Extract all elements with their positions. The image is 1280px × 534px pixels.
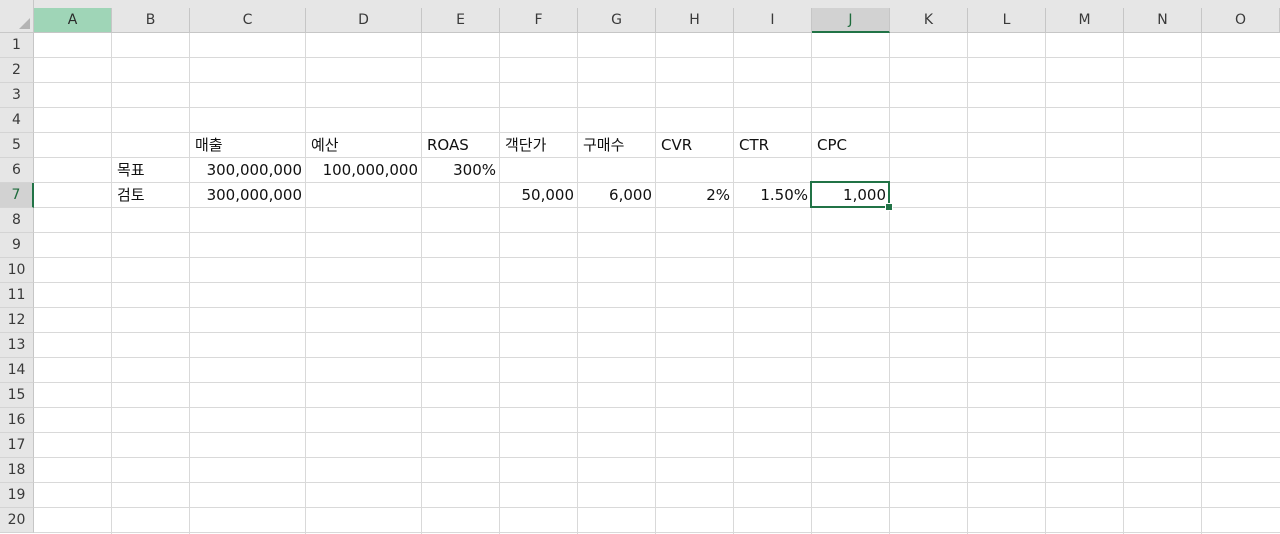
gridline-vertical [733, 33, 734, 534]
gridline-horizontal [34, 357, 1280, 358]
column-header-g[interactable]: G [578, 8, 656, 33]
gridline-horizontal [34, 332, 1280, 333]
row-header-15[interactable]: 15 [0, 383, 34, 408]
cell-f5[interactable]: 객단가 [500, 133, 578, 158]
column-header-m[interactable]: M [1046, 8, 1124, 33]
gridline-vertical [577, 33, 578, 534]
cell-f7[interactable]: 50,000 [500, 183, 578, 208]
gridline-vertical [1201, 33, 1202, 534]
column-header-d[interactable]: D [306, 8, 422, 33]
row-header-16[interactable]: 16 [0, 408, 34, 433]
cell-h7[interactable]: 2% [656, 183, 734, 208]
cell-j5[interactable]: CPC [812, 133, 890, 158]
gridline-horizontal [34, 382, 1280, 383]
gridline-horizontal [34, 82, 1280, 83]
row-header-1[interactable]: 1 [0, 33, 34, 58]
cell-e6[interactable]: 300% [422, 158, 500, 183]
gridline-vertical [421, 33, 422, 534]
column-header-j[interactable]: J [812, 8, 890, 33]
gridline-horizontal [34, 282, 1280, 283]
cell-h5[interactable]: CVR [656, 133, 734, 158]
gridline-vertical [189, 33, 190, 534]
gridline-horizontal [34, 107, 1280, 108]
row-header-10[interactable]: 10 [0, 258, 34, 283]
gridline-horizontal [34, 57, 1280, 58]
row-header-13[interactable]: 13 [0, 333, 34, 358]
cell-b6[interactable]: 목표 [112, 158, 190, 183]
row-header-9[interactable]: 9 [0, 233, 34, 258]
row-header-20[interactable]: 20 [0, 508, 34, 533]
row-header-14[interactable]: 14 [0, 358, 34, 383]
column-headers: ABCDEFGHIJKLMNO [0, 0, 1280, 33]
cell-i7[interactable]: 1.50% [734, 183, 812, 208]
cell-e5[interactable]: ROAS [422, 133, 500, 158]
spreadsheet: ABCDEFGHIJKLMNO 1 2 3 4 5 6 7 8 9 10 11 12 13 14 15 16 1… [0, 0, 1280, 534]
column-header-e[interactable]: E [422, 8, 500, 33]
gridline-vertical [811, 33, 812, 534]
cell-g7[interactable]: 6,000 [578, 183, 656, 208]
row-header-8[interactable]: 8 [0, 208, 34, 233]
row-header-3[interactable]: 3 [0, 83, 34, 108]
column-header-o[interactable]: O [1202, 8, 1280, 33]
row-header-7[interactable]: 7 [0, 183, 34, 208]
row-header-11[interactable]: 11 [0, 283, 34, 308]
column-header-b[interactable]: B [112, 8, 190, 33]
gridline-vertical [111, 33, 112, 534]
gridline-horizontal [34, 432, 1280, 433]
cell-c5[interactable]: 매출 [190, 133, 306, 158]
row-header-18[interactable]: 18 [0, 458, 34, 483]
cell-c6[interactable]: 300,000,000 [190, 158, 306, 183]
cell-d6[interactable]: 100,000,000 [306, 158, 422, 183]
cell-b7[interactable]: 검토 [112, 183, 190, 208]
gridline-horizontal [34, 482, 1280, 483]
row-header-17[interactable]: 17 [0, 433, 34, 458]
fill-handle[interactable] [885, 203, 893, 211]
column-header-band [34, 0, 1280, 8]
column-header-k[interactable]: K [890, 8, 968, 33]
row-header-4[interactable]: 4 [0, 108, 34, 133]
column-header-h[interactable]: H [656, 8, 734, 33]
gridline-horizontal [34, 532, 1280, 533]
cell-grid[interactable]: 매출 예산 ROAS 객단가 구매수 CVR CTR CPC 목표 300,000,000 100,… [34, 33, 1280, 534]
active-cell-border [810, 181, 890, 208]
column-header-c[interactable]: C [190, 8, 306, 33]
gridline-horizontal [34, 232, 1280, 233]
gridline-horizontal [34, 307, 1280, 308]
gridline-vertical [305, 33, 306, 534]
gridline-horizontal [34, 257, 1280, 258]
gridline-vertical [1123, 33, 1124, 534]
gridline-horizontal [34, 407, 1280, 408]
row-header-19[interactable]: 19 [0, 483, 34, 508]
row-header-5[interactable]: 5 [0, 133, 34, 158]
column-header-i[interactable]: I [734, 8, 812, 33]
row-header-12[interactable]: 12 [0, 308, 34, 333]
gridline-vertical [1045, 33, 1046, 534]
gridline-horizontal [34, 507, 1280, 508]
gridline-vertical [967, 33, 968, 534]
column-header-l[interactable]: L [968, 8, 1046, 33]
gridline-vertical [499, 33, 500, 534]
column-header-n[interactable]: N [1124, 8, 1202, 33]
gridline-vertical [889, 33, 890, 534]
gridline-vertical [655, 33, 656, 534]
gridline-horizontal [34, 457, 1280, 458]
cell-g5[interactable]: 구매수 [578, 133, 656, 158]
cell-d5[interactable]: 예산 [306, 133, 422, 158]
cell-c7[interactable]: 300,000,000 [190, 183, 306, 208]
column-header-f[interactable]: F [500, 8, 578, 33]
row-header-2[interactable]: 2 [0, 58, 34, 83]
column-header-a[interactable]: A [34, 8, 112, 33]
row-header-6[interactable]: 6 [0, 158, 34, 183]
cell-i5[interactable]: CTR [734, 133, 812, 158]
